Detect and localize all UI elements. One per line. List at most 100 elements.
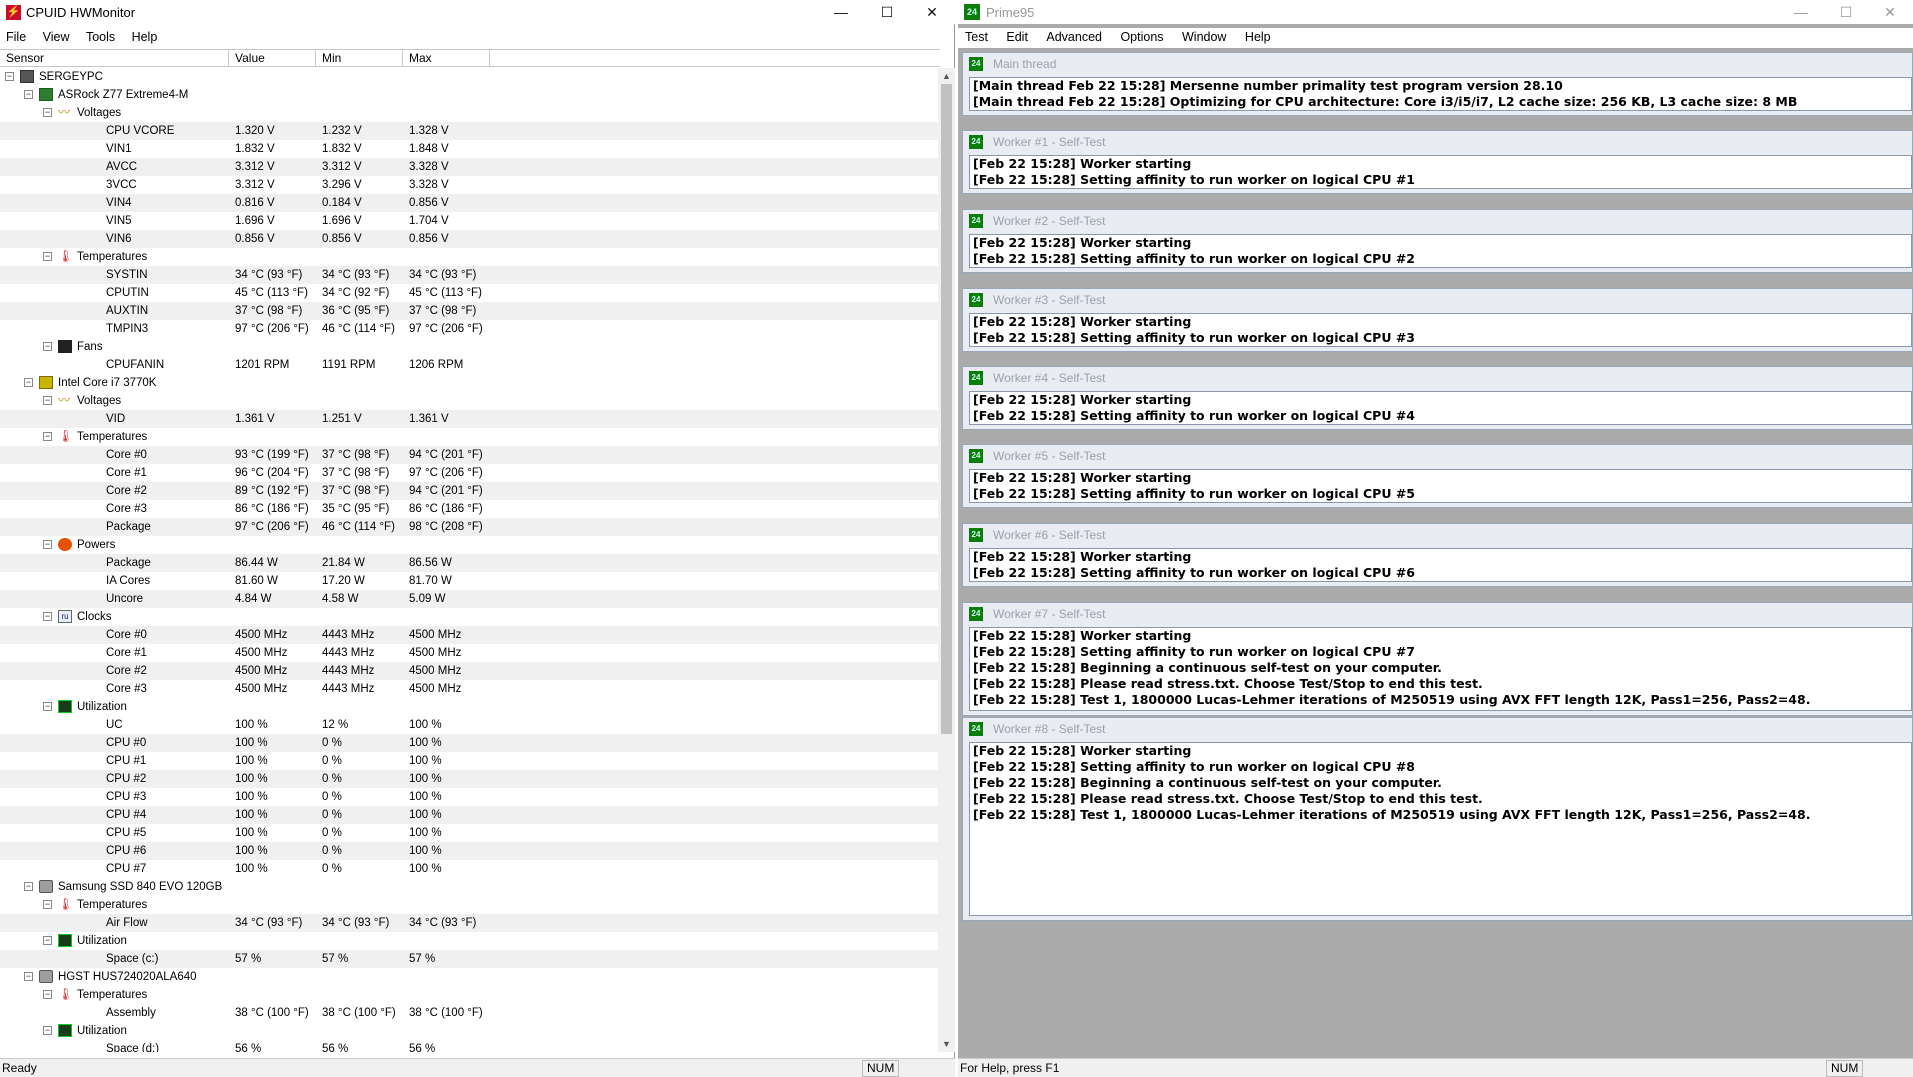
tree-node[interactable]: − 🌡 Temperatures	[0, 896, 938, 914]
collapse-icon[interactable]: −	[43, 432, 52, 441]
column-sensor[interactable]: Sensor	[0, 50, 229, 67]
collapse-icon[interactable]: −	[43, 612, 52, 621]
collapse-icon[interactable]: −	[43, 702, 52, 711]
sensor-row[interactable]: CPU VCORE 1.320 V 1.232 V 1.328 V	[0, 122, 938, 140]
maximize-button[interactable]: ☐	[1823, 0, 1869, 24]
tree-node[interactable]: − Samsung SSD 840 EVO 120GB	[0, 878, 938, 896]
collapse-icon[interactable]: −	[43, 1026, 52, 1035]
tree-node[interactable]: − ASRock Z77 Extreme4-M	[0, 86, 938, 104]
minimize-button[interactable]: —	[1778, 0, 1824, 24]
child-titlebar[interactable]: 24 Worker #2 - Self-Test	[963, 210, 1912, 232]
sensor-row[interactable]: Space (d:) 56 % 56 % 56 %	[0, 1040, 938, 1052]
tree-node[interactable]: − Utilization	[0, 932, 938, 950]
sensor-row[interactable]: Assembly 38 °C (100 °F) 38 °C (100 °F) 38 °…	[0, 1004, 938, 1022]
sensor-row[interactable]: Core #1 96 °C (204 °F) 37 °C (98 °F) 97 °C …	[0, 464, 938, 482]
collapse-icon[interactable]: −	[43, 900, 52, 909]
worker-window[interactable]: 24 Worker #8 - Self-Test [Feb 22 15:28] Wo…	[962, 717, 1913, 921]
collapse-icon[interactable]: −	[43, 936, 52, 945]
tree-node[interactable]: − 🌡 Temperatures	[0, 428, 938, 446]
collapse-icon[interactable]: −	[24, 882, 33, 891]
child-titlebar[interactable]: 24 Worker #8 - Self-Test	[963, 718, 1912, 740]
tree-scrollbar[interactable]: ▲ ▼	[938, 68, 955, 1052]
menu-file[interactable]: File	[0, 28, 32, 46]
tree-node[interactable]: − 🌡 Temperatures	[0, 248, 938, 266]
tree-node[interactable]: − Intel Core i7 3770K	[0, 374, 938, 392]
sensor-row[interactable]: VIN6 0.856 V 0.856 V 0.856 V	[0, 230, 938, 248]
sensor-row[interactable]: CPUFANIN 1201 RPM 1191 RPM 1206 RPM	[0, 356, 938, 374]
column-min[interactable]: Min	[316, 50, 403, 67]
sensor-row[interactable]: CPU #4 100 % 0 % 100 %	[0, 806, 938, 824]
prime95-titlebar[interactable]: 24 Prime95 — ☐ ✕	[958, 0, 1913, 24]
sensor-row[interactable]: VIN1 1.832 V 1.832 V 1.848 V	[0, 140, 938, 158]
sensor-row[interactable]: Core #3 86 °C (186 °F) 35 °C (95 °F) 86 °C …	[0, 500, 938, 518]
tree-node[interactable]: − ru Clocks	[0, 608, 938, 626]
close-button[interactable]: ✕	[909, 0, 955, 24]
child-titlebar[interactable]: 24 Worker #4 - Self-Test	[963, 367, 1912, 389]
sensor-row[interactable]: VID 1.361 V 1.251 V 1.361 V	[0, 410, 938, 428]
child-titlebar[interactable]: 24 Worker #7 - Self-Test	[963, 603, 1912, 625]
menu-help[interactable]: Help	[1238, 28, 1278, 46]
menu-tools[interactable]: Tools	[80, 28, 121, 46]
worker-window[interactable]: 24 Worker #2 - Self-Test [Feb 22 15:28] Wo…	[962, 209, 1913, 273]
worker-window[interactable]: 24 Worker #5 - Self-Test [Feb 22 15:28] Wo…	[962, 444, 1913, 508]
tree-node[interactable]: − Powers	[0, 536, 938, 554]
collapse-icon[interactable]: −	[5, 72, 14, 81]
tree-node[interactable]: − Utilization	[0, 1022, 938, 1040]
tree-node[interactable]: − 〰 Voltages	[0, 392, 938, 410]
sensor-row[interactable]: Core #2 89 °C (192 °F) 37 °C (98 °F) 94 °C …	[0, 482, 938, 500]
sensor-row[interactable]: AVCC 3.312 V 3.312 V 3.328 V	[0, 158, 938, 176]
collapse-icon[interactable]: −	[24, 90, 33, 99]
sensor-row[interactable]: 3VCC 3.312 V 3.296 V 3.328 V	[0, 176, 938, 194]
collapse-icon[interactable]: −	[43, 990, 52, 999]
sensor-row[interactable]: VIN4 0.816 V 0.184 V 0.856 V	[0, 194, 938, 212]
sensor-row[interactable]: Core #0 4500 MHz 4443 MHz 4500 MHz	[0, 626, 938, 644]
column-max[interactable]: Max	[403, 50, 490, 67]
sensor-row[interactable]: Package 97 °C (206 °F) 46 °C (114 °F) 98 °C…	[0, 518, 938, 536]
sensor-row[interactable]: TMPIN3 97 °C (206 °F) 46 °C (114 °F) 97 °C …	[0, 320, 938, 338]
sensor-row[interactable]: CPU #6 100 % 0 % 100 %	[0, 842, 938, 860]
child-titlebar[interactable]: 24 Worker #6 - Self-Test	[963, 524, 1912, 546]
child-titlebar[interactable]: 24 Worker #5 - Self-Test	[963, 445, 1912, 467]
collapse-icon[interactable]: −	[43, 342, 52, 351]
close-button[interactable]: ✕	[1867, 0, 1913, 24]
sensor-row[interactable]: Core #0 93 °C (199 °F) 37 °C (98 °F) 94 °C …	[0, 446, 938, 464]
sensor-row[interactable]: Core #2 4500 MHz 4443 MHz 4500 MHz	[0, 662, 938, 680]
scrollbar-thumb[interactable]	[941, 84, 952, 734]
child-titlebar[interactable]: 24 Main thread	[963, 53, 1912, 75]
collapse-icon[interactable]: −	[43, 252, 52, 261]
tree-node[interactable]: − SERGEYPC	[0, 68, 938, 86]
menu-help[interactable]: Help	[126, 28, 164, 46]
sensor-row[interactable]: CPU #0 100 % 0 % 100 %	[0, 734, 938, 752]
sensor-row[interactable]: Core #1 4500 MHz 4443 MHz 4500 MHz	[0, 644, 938, 662]
collapse-icon[interactable]: −	[43, 540, 52, 549]
hwmonitor-titlebar[interactable]: ⚡ CPUID HWMonitor — ☐ ✕	[0, 0, 955, 24]
sensor-row[interactable]: VIN5 1.696 V 1.696 V 1.704 V	[0, 212, 938, 230]
sensor-row[interactable]: UC 100 % 12 % 100 %	[0, 716, 938, 734]
sensor-row[interactable]: SYSTIN 34 °C (93 °F) 34 °C (93 °F) 34 °C (9…	[0, 266, 938, 284]
child-titlebar[interactable]: 24 Worker #1 - Self-Test	[963, 131, 1912, 153]
worker-window[interactable]: 24 Worker #4 - Self-Test [Feb 22 15:28] Wo…	[962, 366, 1913, 430]
sensor-row[interactable]: Air Flow 34 °C (93 °F) 34 °C (93 °F) 34 °C …	[0, 914, 938, 932]
sensor-row[interactable]: Core #3 4500 MHz 4443 MHz 4500 MHz	[0, 680, 938, 698]
column-value[interactable]: Value	[229, 50, 316, 67]
menu-edit[interactable]: Edit	[999, 28, 1035, 46]
tree-node[interactable]: − 〰 Voltages	[0, 104, 938, 122]
worker-window[interactable]: 24 Worker #6 - Self-Test [Feb 22 15:28] Wo…	[962, 523, 1913, 587]
sensor-row[interactable]: CPU #2 100 % 0 % 100 %	[0, 770, 938, 788]
sensor-row[interactable]: IA Cores 81.60 W 17.20 W 81.70 W	[0, 572, 938, 590]
sensor-row[interactable]: CPU #3 100 % 0 % 100 %	[0, 788, 938, 806]
tree-node[interactable]: − 🌡 Temperatures	[0, 986, 938, 1004]
worker-window[interactable]: 24 Worker #3 - Self-Test [Feb 22 15:28] Wo…	[962, 288, 1913, 352]
sensor-row[interactable]: CPU #1 100 % 0 % 100 %	[0, 752, 938, 770]
sensor-row[interactable]: AUXTIN 37 °C (98 °F) 36 °C (95 °F) 37 °C (9…	[0, 302, 938, 320]
collapse-icon[interactable]: −	[43, 396, 52, 405]
tree-node[interactable]: − HGST HUS724020ALA640	[0, 968, 938, 986]
menu-advanced[interactable]: Advanced	[1039, 28, 1109, 46]
minimize-button[interactable]: —	[818, 0, 864, 24]
worker-window[interactable]: 24 Worker #1 - Self-Test [Feb 22 15:28] Wo…	[962, 130, 1913, 194]
child-titlebar[interactable]: 24 Worker #3 - Self-Test	[963, 289, 1912, 311]
menu-options[interactable]: Options	[1113, 28, 1170, 46]
sensor-row[interactable]: CPU #5 100 % 0 % 100 %	[0, 824, 938, 842]
sensor-row[interactable]: CPU #7 100 % 0 % 100 %	[0, 860, 938, 878]
collapse-icon[interactable]: −	[24, 972, 33, 981]
